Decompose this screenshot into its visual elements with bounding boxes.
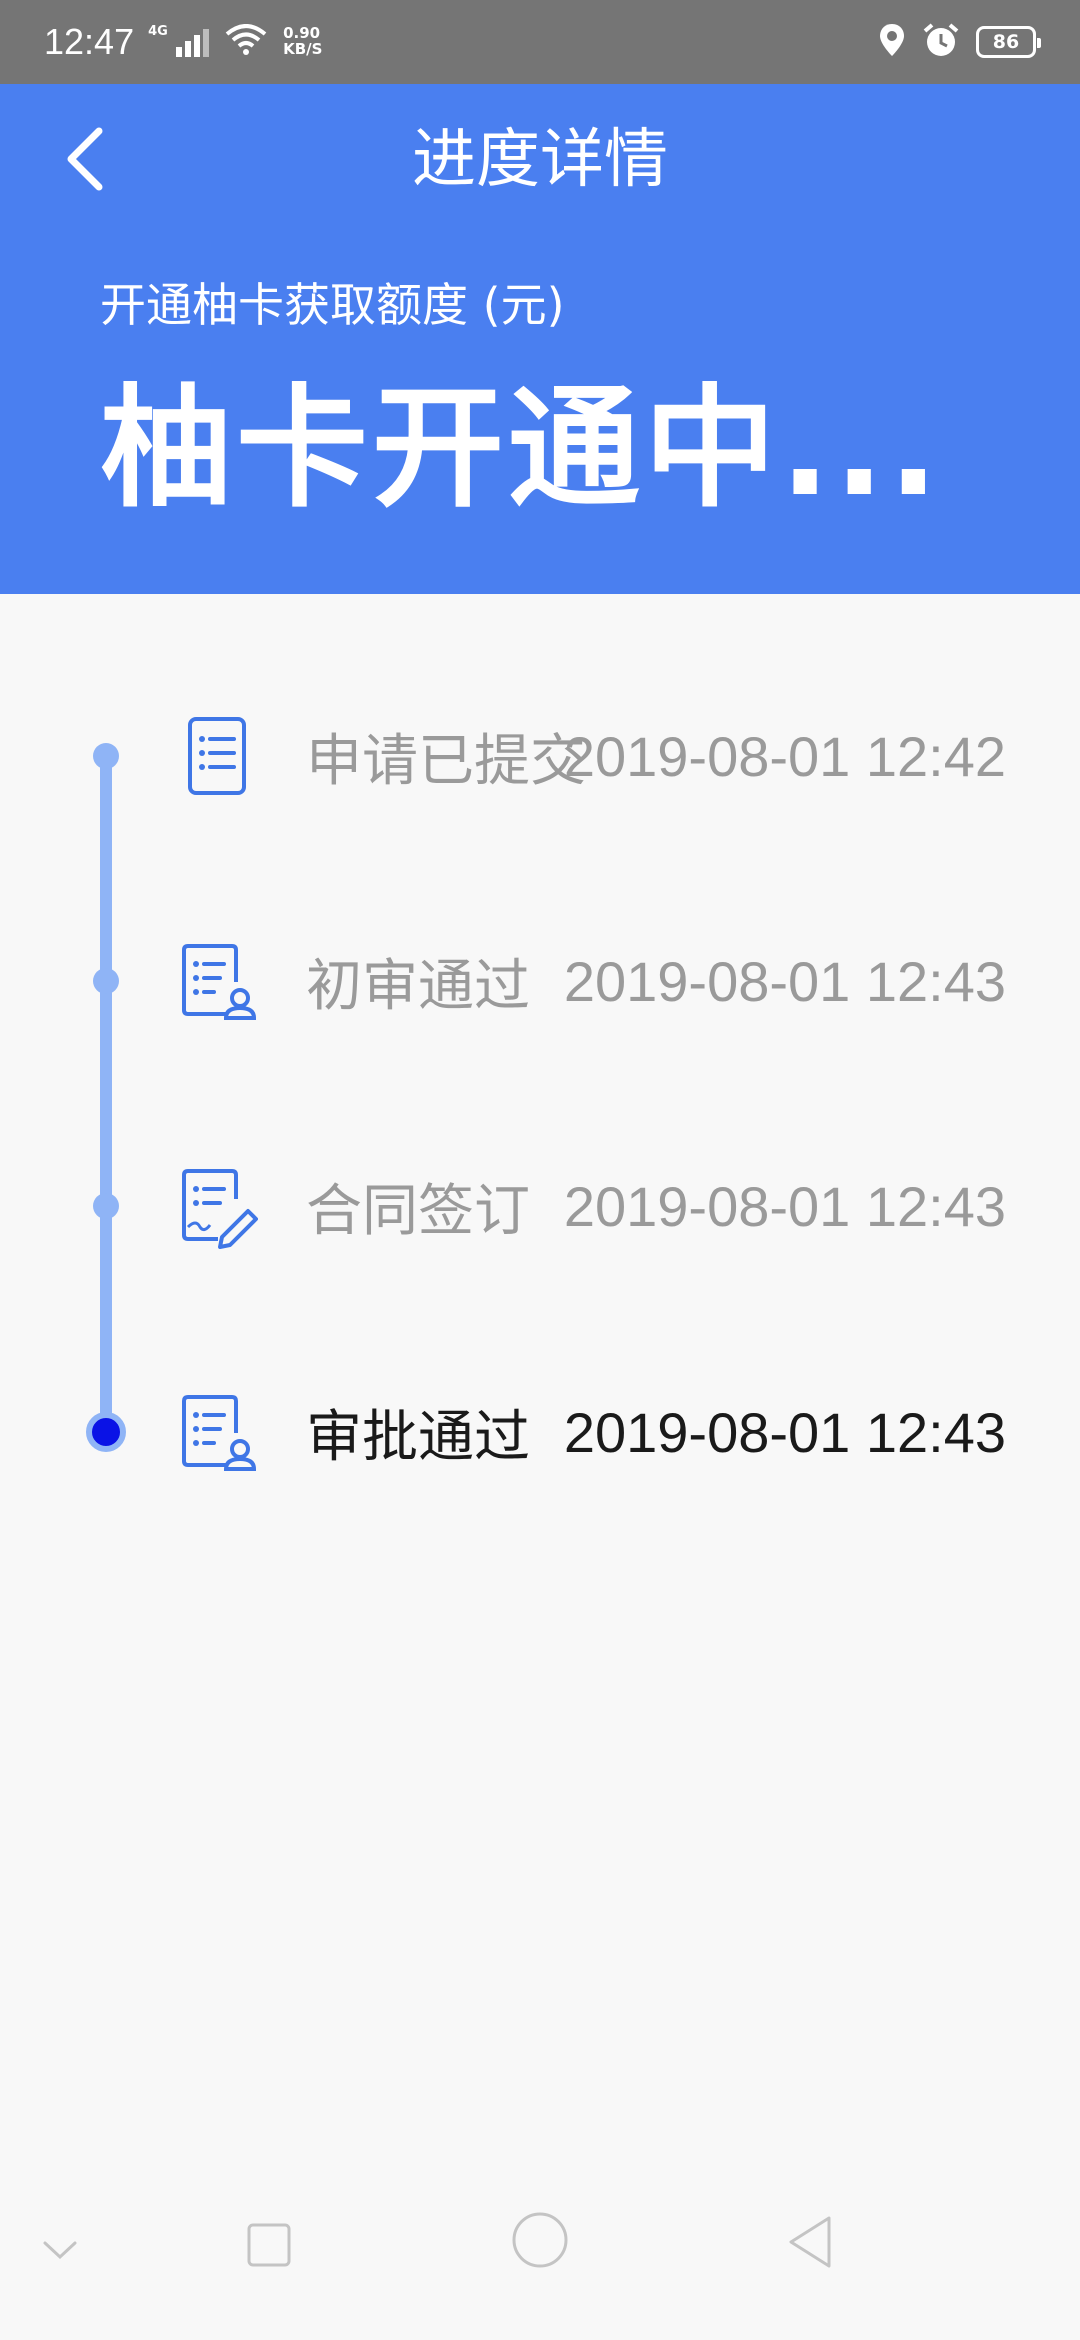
timeline-step: 初审通过 2019-08-01 12:43: [0, 921, 1080, 1041]
progress-timeline: 申请已提交 2019-08-01 12:42 初审通过 2019-08-01 1…: [0, 594, 1080, 2094]
location-icon: [878, 22, 906, 62]
status-time: 12:47: [44, 21, 135, 62]
nav-back-button[interactable]: [774, 2206, 846, 2278]
timeline-track: [100, 756, 112, 1432]
step-time: 2019-08-01 12:43: [563, 949, 1006, 1013]
header: 进度详情 开通柚卡获取额度 (元) 柚卡开通中...: [0, 84, 1080, 594]
alarm-icon: [922, 22, 960, 62]
nav-home-button[interactable]: [504, 2204, 576, 2276]
square-icon: [247, 2223, 291, 2267]
nav-hide-button[interactable]: [30, 2220, 90, 2280]
document-user-icon: [178, 938, 258, 1024]
network-type-label: 4G: [148, 24, 168, 39]
step-time: 2019-08-01 12:43: [563, 1400, 1006, 1464]
system-nav-bar: [0, 2180, 1080, 2340]
step-time: 2019-08-01 12:43: [563, 1174, 1006, 1238]
step-label: 申请已提交: [306, 728, 586, 794]
battery-icon: 86: [976, 26, 1041, 58]
nav-recents-button[interactable]: [234, 2210, 304, 2280]
chevron-down-icon: [43, 2241, 77, 2260]
network-speed: 0.90 KB/S: [283, 25, 323, 58]
step-time: 2019-08-01 12:42: [563, 724, 1006, 788]
card-status-title: 柚卡开通中...: [100, 372, 943, 526]
circle-icon: [512, 2212, 568, 2268]
battery-level: 86: [992, 31, 1020, 53]
document-user-icon: [178, 1389, 258, 1475]
triangle-left-icon: [789, 2216, 831, 2268]
step-label: 合同签订: [306, 1178, 530, 1244]
document-list-icon: [178, 713, 258, 799]
header-subtitle: 开通柚卡获取额度 (元): [100, 278, 565, 332]
timeline-step: 申请已提交 2019-08-01 12:42: [0, 696, 1080, 816]
page-title: 进度详情: [412, 123, 668, 197]
status-right: 86: [878, 22, 1041, 62]
timeline-step: 合同签订 2019-08-01 12:43: [0, 1146, 1080, 1266]
signal-icon: 4G: [148, 24, 210, 57]
wifi-icon: [225, 24, 267, 60]
screen: 12:47 4G 0.90 KB/S 86 进度详情 开通柚卡获取额度 (元) …: [0, 0, 1080, 2340]
document-sign-icon: [178, 1163, 258, 1249]
network-speed-unit: KB/S: [283, 40, 323, 58]
timeline-step-active: 审批通过 2019-08-01 12:43: [0, 1372, 1080, 1492]
status-bar: 12:47 4G 0.90 KB/S 86: [0, 0, 1080, 84]
step-label: 审批通过: [306, 1404, 530, 1470]
status-left: 12:47 4G 0.90 KB/S: [44, 21, 322, 63]
step-label: 初审通过: [306, 953, 530, 1019]
